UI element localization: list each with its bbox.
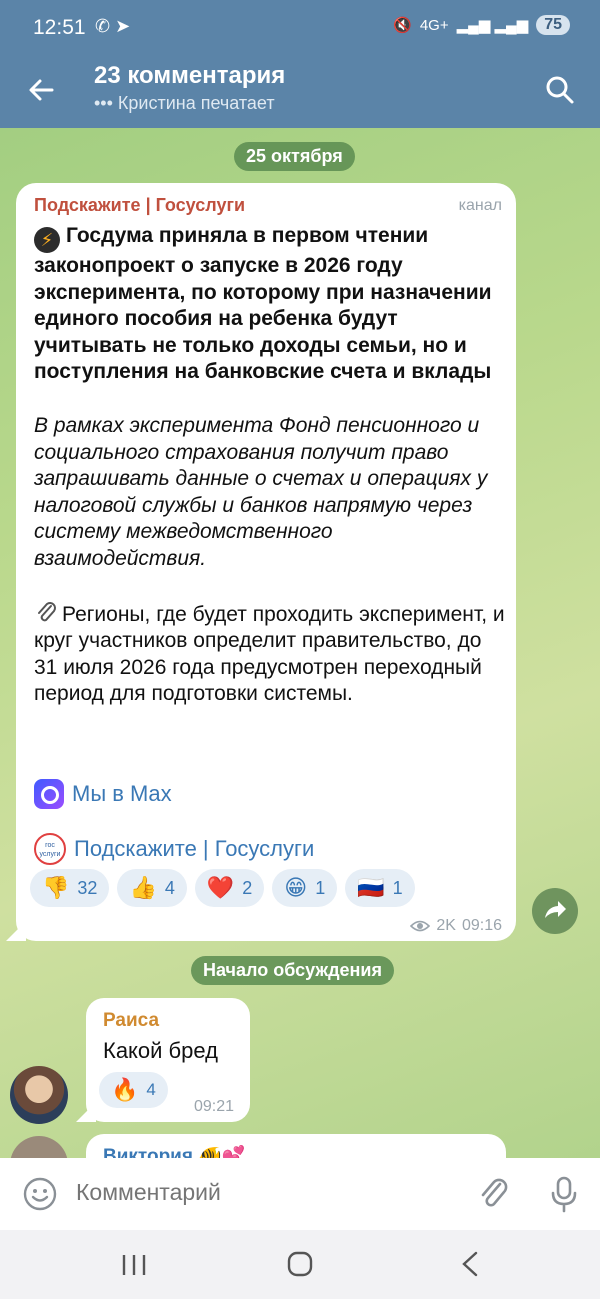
reaction-heart[interactable]: ❤️ 2 (194, 869, 265, 907)
max-logo-icon (34, 779, 64, 809)
post-paragraph-text: Регионы, где будет проходить эксперимент… (34, 602, 505, 706)
chat-header: 23 комментария ••• Кристина печатает (0, 56, 600, 128)
back-arrow-icon[interactable] (22, 70, 62, 110)
post-paragraph: Регионы, где будет проходить эксперимент… (34, 600, 506, 708)
gosuslugi-link[interactable]: гос услуги Подскажите | Госуслуги (34, 833, 314, 865)
reactions-row: 👎 32 👍 4 ❤️ 2 😁 1 🇷🇺 1 (30, 869, 415, 907)
bubble-tail (6, 921, 26, 941)
avatar[interactable] (10, 1066, 68, 1124)
emoji-icon[interactable] (22, 1176, 58, 1212)
post-author[interactable]: Подскажите | Госуслуги (34, 195, 245, 216)
comment-author[interactable]: Раиса (103, 1010, 159, 1032)
post-headline-text: Госдума приняла в первом чтении законопр… (34, 224, 492, 384)
microphone-icon[interactable] (546, 1174, 582, 1214)
reaction-thumbs-up[interactable]: 👍 4 (117, 869, 187, 907)
comment-input[interactable] (74, 1178, 458, 1207)
reaction-count: 1 (392, 877, 403, 898)
notification-icons: ✆ ➤ (95, 16, 131, 36)
header-subtitle: ••• Кристина печатает (94, 93, 275, 113)
share-button[interactable] (532, 888, 578, 934)
reaction-russia-heart[interactable]: 🇷🇺 1 (345, 869, 415, 907)
bubble-tail (76, 1102, 96, 1122)
eye-icon (410, 920, 431, 932)
lightning-icon: ⚡ (34, 227, 60, 253)
thumbs-down-icon: 👎 (42, 875, 70, 900)
post-headline: ⚡ Госдума приняла в первом чтении законоп… (34, 223, 506, 386)
paperclip-icon (38, 601, 56, 621)
status-bar: 12:51 ✆ ➤ 🔇 4G+ ▂▄▆ ▂▄▆ 75 (0, 0, 600, 56)
gosuslugi-link-text[interactable]: Подскажите | Госуслуги (74, 836, 314, 862)
max-link[interactable]: Мы в Max (34, 779, 172, 809)
mute-icon: 🔇 (393, 17, 412, 34)
gosuslugi-logo-icon: гос услуги (34, 833, 66, 865)
comment-bubble[interactable]: Раиса Какой бред 🔥 4 09:21 (76, 998, 250, 1122)
channel-post[interactable]: Подскажите | Госуслуги канал ⚡ Госдума пр… (6, 183, 516, 941)
reaction-grin[interactable]: 😁 1 (272, 869, 338, 907)
reaction-thumbs-down[interactable]: 👎 32 (30, 869, 110, 907)
nav-back-icon[interactable] (458, 1250, 482, 1278)
reaction-count: 4 (164, 877, 175, 898)
fire-icon: 🔥 (111, 1077, 139, 1102)
home-icon[interactable] (286, 1250, 314, 1278)
network-type: 4G+ (419, 16, 449, 34)
post-meta: 2K 09:16 (410, 917, 502, 935)
status-time: 12:51 (33, 16, 86, 39)
battery-level: 75 (536, 15, 570, 35)
status-right: 🔇 4G+ ▂▄▆ ▂▄▆ 75 (393, 15, 570, 35)
date-label: 25 октября (234, 142, 355, 171)
signal-icon: ▂▄▆ ▂▄▆ (456, 17, 529, 34)
recent-apps-icon[interactable] (120, 1252, 148, 1278)
comment-time: 09:21 (193, 1098, 234, 1115)
post-views: 2K (436, 917, 456, 934)
reaction-count: 2 (242, 877, 253, 898)
comment-text: Какой бред (103, 1038, 218, 1063)
search-icon[interactable] (540, 70, 580, 110)
header-title[interactable]: 23 комментария (94, 62, 285, 90)
comment-reaction-fire[interactable]: 🔥 4 (99, 1072, 168, 1108)
reaction-count: 1 (315, 877, 326, 898)
max-link-text[interactable]: Мы в Max (72, 781, 172, 807)
reaction-count: 4 (146, 1080, 156, 1099)
post-tag: канал (458, 197, 502, 214)
russia-heart-icon: 🇷🇺 (357, 875, 385, 900)
post-italic-paragraph: В рамках эксперимента Фонд пенсионного и… (34, 413, 488, 570)
post-time: 09:16 (461, 917, 502, 934)
reaction-count: 32 (77, 877, 98, 898)
thumbs-up-icon: 👍 (129, 875, 157, 900)
comment-input-bar (0, 1158, 600, 1230)
attach-icon[interactable] (476, 1174, 512, 1214)
system-nav-bar (0, 1230, 600, 1299)
post-body: ⚡ Госдума приняла в первом чтении законоп… (34, 223, 506, 708)
discussion-start-label: Начало обсуждения (191, 956, 394, 985)
heart-icon: ❤️ (206, 875, 235, 900)
grin-icon: 😁 (284, 875, 308, 900)
